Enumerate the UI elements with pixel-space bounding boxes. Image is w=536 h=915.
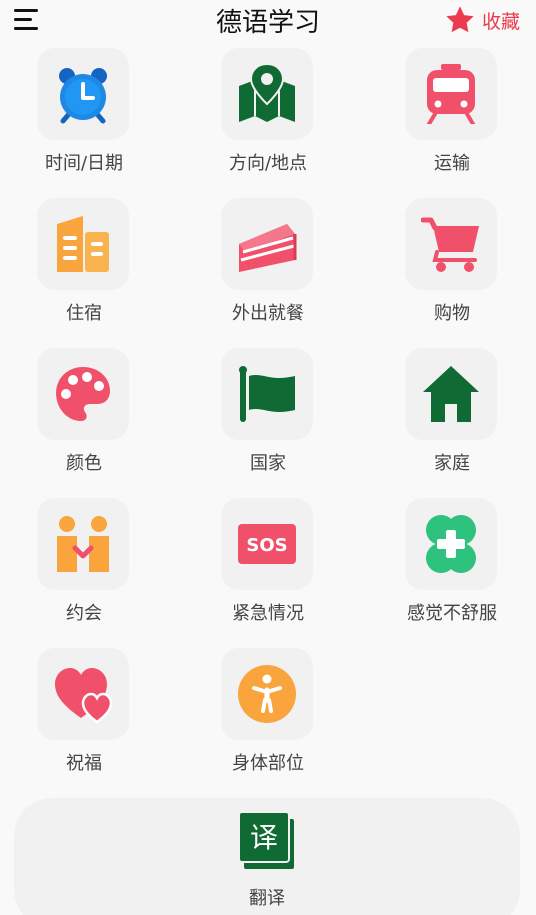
translate-icon-text: 译 — [250, 821, 278, 854]
translate-icon[interactable]: 译 — [237, 810, 299, 872]
app-header: 德语学习 收藏 — [0, 0, 536, 44]
star-icon — [446, 6, 474, 33]
hearts-icon — [55, 668, 113, 724]
category-emergency[interactable]: SOS 紧急情况 — [198, 498, 338, 638]
sos-text: SOS — [246, 535, 287, 556]
body-icon — [238, 665, 296, 723]
category-shopping[interactable]: 购物 — [382, 198, 522, 338]
map-pin-icon — [239, 64, 295, 122]
category-label: 方向/地点 — [228, 153, 308, 174]
category-directions[interactable]: 方向/地点 — [198, 48, 338, 188]
category-accommodation[interactable]: 住宿 — [14, 198, 154, 338]
category-dining-out[interactable]: 外出就餐 — [198, 198, 338, 338]
category-label: 时间/日期 — [44, 153, 124, 174]
category-label: 住宿 — [66, 303, 102, 324]
category-label: 约会 — [66, 603, 102, 624]
translate-label: 翻译 — [249, 888, 285, 909]
category-body-parts[interactable]: 身体部位 — [198, 648, 338, 788]
shopping-cart-icon — [421, 217, 479, 272]
couple-icon — [57, 516, 109, 572]
translate-panel: 译 翻译 — [14, 798, 520, 915]
category-label: 国家 — [250, 453, 286, 474]
category-wishes[interactable]: 祝福 — [14, 648, 154, 788]
category-transport[interactable]: 运输 — [382, 48, 522, 188]
flag-icon — [239, 366, 295, 422]
cake-icon — [239, 224, 297, 272]
category-label: 家庭 — [434, 453, 470, 474]
category-countries[interactable]: 国家 — [198, 348, 338, 488]
train-icon — [427, 64, 475, 124]
category-dating[interactable]: 约会 — [14, 498, 154, 638]
category-label: 购物 — [434, 303, 470, 324]
buildings-icon — [57, 216, 109, 272]
house-icon — [423, 366, 479, 422]
category-label: 紧急情况 — [232, 603, 304, 624]
category-label: 外出就餐 — [232, 303, 304, 324]
favorites-button[interactable]: 收藏 — [444, 4, 520, 36]
category-time-date[interactable]: 时间/日期 — [14, 48, 154, 188]
category-label: 感觉不舒服 — [407, 603, 497, 624]
alarm-clock-icon — [59, 68, 107, 124]
sos-icon: SOS — [238, 524, 296, 564]
palette-icon — [56, 367, 110, 421]
category-feeling-unwell[interactable]: 感觉不舒服 — [382, 498, 522, 638]
favorites-label: 收藏 — [481, 10, 520, 33]
medical-cross-icon — [426, 515, 476, 573]
category-label: 颜色 — [66, 453, 102, 474]
category-colors[interactable]: 颜色 — [14, 348, 154, 488]
category-label: 运输 — [434, 153, 470, 174]
category-label: 身体部位 — [232, 753, 304, 774]
category-family[interactable]: 家庭 — [382, 348, 522, 488]
category-label: 祝福 — [66, 753, 102, 774]
